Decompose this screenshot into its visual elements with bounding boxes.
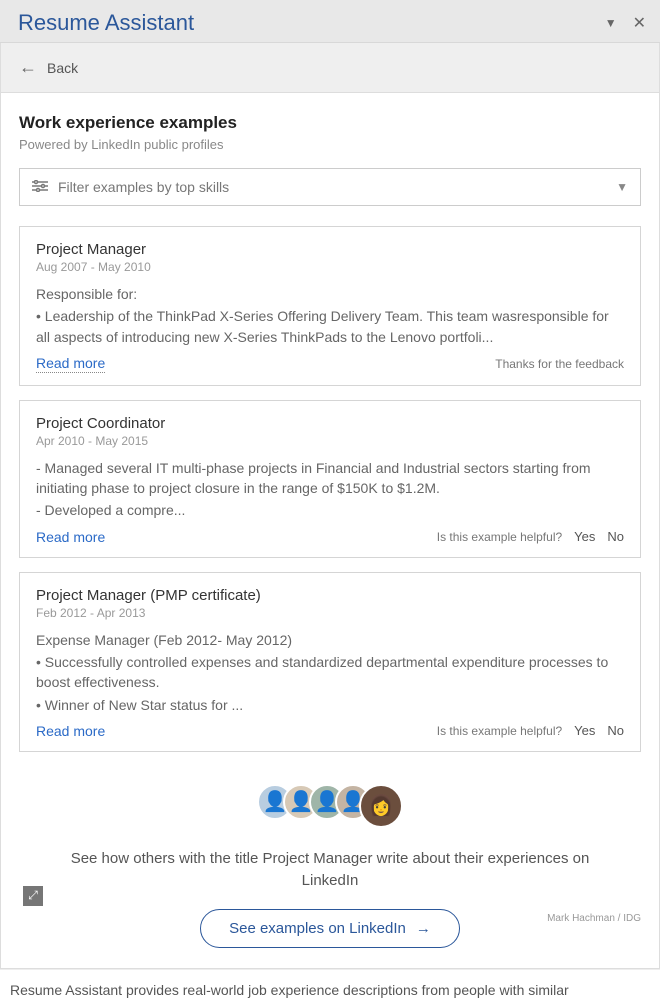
example-dates: Aug 2007 - May 2010 <box>36 260 624 274</box>
filter-placeholder: Filter examples by top skills <box>58 179 229 195</box>
example-title: Project Coordinator <box>36 415 624 432</box>
feedback-no-button[interactable]: No <box>607 529 624 544</box>
example-dates: Feb 2012 - Apr 2013 <box>36 606 624 620</box>
example-dates: Apr 2010 - May 2015 <box>36 434 624 448</box>
image-credit: Mark Hachman / IDG <box>547 913 641 924</box>
panel-title: Resume Assistant <box>18 10 194 36</box>
example-body: - Managed several IT multi-phase project… <box>36 458 624 521</box>
example-card: Project Manager (PMP certificate) Feb 20… <box>19 572 641 752</box>
chevron-down-icon: ▼ <box>616 180 628 194</box>
panel-menu-chevron-icon[interactable]: ▼ <box>605 16 617 30</box>
feedback-text: Is this example helpful? <box>437 724 562 738</box>
back-arrow-icon: ← <box>19 57 37 78</box>
filter-dropdown[interactable]: Filter examples by top skills ▼ <box>19 168 641 206</box>
feedback-yes-button[interactable]: Yes <box>574 529 595 544</box>
feedback-yes-button[interactable]: Yes <box>574 723 595 738</box>
example-title: Project Manager <box>36 241 624 258</box>
example-body: Responsible for: • Leadership of the Thi… <box>36 284 624 347</box>
expand-icon[interactable]: ⤢ <box>23 886 43 906</box>
feedback-text: Is this example helpful? <box>437 530 562 544</box>
close-icon[interactable]: ✕ <box>633 13 646 33</box>
read-more-link[interactable]: Read more <box>36 355 105 373</box>
arrow-right-icon: → <box>416 920 431 937</box>
avatar: 👩 <box>359 784 403 828</box>
example-card: Project Coordinator Apr 2010 - May 2015 … <box>19 400 641 558</box>
read-more-link[interactable]: Read more <box>36 529 105 545</box>
avatar-stack: 👤 👤 👤 👤 👩 <box>59 784 601 828</box>
promo-text: See how others with the title Project Ma… <box>59 848 601 893</box>
example-body: Expense Manager (Feb 2012- May 2012) • S… <box>36 630 624 715</box>
example-title: Project Manager (PMP certificate) <box>36 587 624 604</box>
section-title: Work experience examples <box>19 113 641 133</box>
section-subtitle: Powered by LinkedIn public profiles <box>19 137 641 152</box>
feedback-no-button[interactable]: No <box>607 723 624 738</box>
linkedin-button-label: See examples on LinkedIn <box>229 920 406 937</box>
filter-icon <box>32 179 48 195</box>
feedback-text: Thanks for the feedback <box>495 357 624 371</box>
example-card: Project Manager Aug 2007 - May 2010 Resp… <box>19 226 641 386</box>
back-label: Back <box>47 60 78 76</box>
back-button[interactable]: ← Back <box>1 43 659 93</box>
see-examples-linkedin-button[interactable]: See examples on LinkedIn → <box>200 909 460 948</box>
caption-text: Resume Assistant provides real-world job… <box>0 969 660 1008</box>
read-more-link[interactable]: Read more <box>36 723 105 739</box>
